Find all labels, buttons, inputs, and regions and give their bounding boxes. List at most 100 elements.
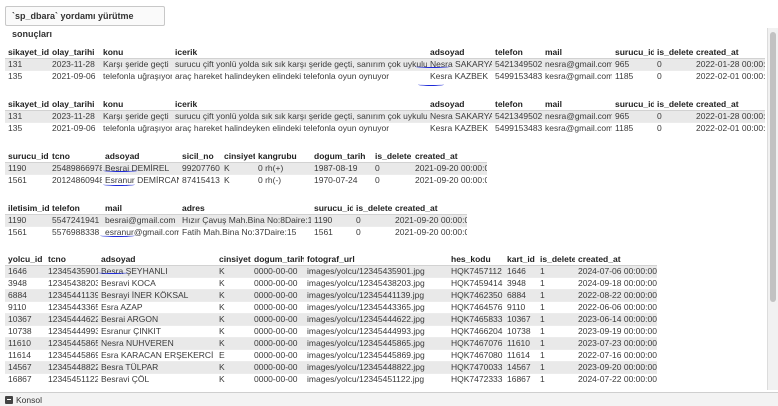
column-header[interactable]: sikayet_id bbox=[5, 46, 49, 59]
table-cell[interactable]: images/yolcu/12345445865.jpg bbox=[304, 336, 448, 349]
table-cell[interactable]: 9110 bbox=[5, 300, 45, 313]
table-cell[interactable]: 0000-00-00 bbox=[251, 300, 304, 313]
table-cell[interactable]: 12345451122 bbox=[45, 372, 98, 385]
table-cell[interactable]: 965 bbox=[612, 57, 654, 70]
table-cell[interactable]: besrai@gmail.com bbox=[102, 213, 179, 226]
table-row[interactable]: 131 2023-11-28 Karşı şeride geçti surucu çi… bbox=[5, 57, 765, 70]
column-header[interactable]: olay_tarihi bbox=[49, 46, 100, 59]
table-cell[interactable]: 0 bbox=[654, 121, 693, 134]
table-cell[interactable]: HQK7466204 bbox=[448, 324, 504, 337]
table-cell[interactable]: 0 bbox=[372, 173, 412, 186]
table-cell[interactable]: HQK7462350 bbox=[448, 288, 504, 301]
table-cell[interactable]: Besrai DEMİREL bbox=[102, 161, 179, 174]
table-cell[interactable]: 5421349502 bbox=[492, 57, 542, 70]
table-cell[interactable]: 11610 bbox=[504, 336, 537, 349]
column-header[interactable]: surucu_id bbox=[612, 46, 654, 59]
table-cell[interactable]: 2023-09-20 00:00:00 bbox=[575, 360, 657, 373]
table-cell[interactable]: 1185 bbox=[612, 121, 654, 134]
table-cell[interactable]: 0000-00-00 bbox=[251, 312, 304, 325]
table-cell[interactable]: Besra TÜLPAR bbox=[98, 360, 216, 373]
table-cell[interactable]: images/yolcu/12345444993.jpg bbox=[304, 324, 448, 337]
column-header[interactable]: kangrubu bbox=[255, 150, 311, 163]
table-cell[interactable]: 2024-09-18 00:00:00 bbox=[575, 276, 657, 289]
table-cell[interactable]: Kesra KAZBEK bbox=[427, 121, 492, 134]
table-cell[interactable]: 1646 bbox=[5, 264, 45, 277]
table-cell[interactable]: 5576988338 bbox=[49, 225, 102, 238]
table-cell[interactable]: HQK7464576 bbox=[448, 300, 504, 313]
table-cell[interactable]: 2023-11-28 bbox=[49, 57, 100, 70]
table-cell[interactable]: 25489866978 bbox=[49, 161, 102, 174]
table-cell[interactable]: Esra KARACAN ERŞEKERCİ bbox=[98, 348, 216, 361]
column-header[interactable]: surucu_id bbox=[5, 150, 49, 163]
table-cell[interactable]: 1 bbox=[537, 360, 575, 373]
table-cell[interactable]: 0000-00-00 bbox=[251, 336, 304, 349]
table-cell[interactable]: 12345435901 bbox=[45, 264, 98, 277]
column-header[interactable]: mail bbox=[542, 46, 612, 59]
column-header[interactable]: kart_id bbox=[504, 253, 537, 266]
table-row[interactable]: 135 2021-09-06 telefonla uğraşıyor araç har… bbox=[5, 69, 765, 82]
table-cell[interactable]: 1 bbox=[537, 264, 575, 277]
column-header[interactable]: sikayet_id bbox=[5, 98, 49, 111]
column-header[interactable]: konu bbox=[100, 98, 172, 111]
table-cell[interactable]: 0 bbox=[353, 225, 392, 238]
table-row[interactable]: 11610 12345445865 Nesra NUHVEREN K 0000-00-0… bbox=[5, 336, 657, 349]
table-cell[interactable]: 1970-07-24 bbox=[311, 173, 372, 186]
table-cell[interactable]: 5547241941 bbox=[49, 213, 102, 226]
table-cell[interactable]: 5421349502 bbox=[492, 109, 542, 122]
vertical-scrollbar[interactable] bbox=[767, 28, 778, 390]
column-header[interactable]: created_at bbox=[693, 46, 765, 59]
table-cell[interactable]: 0000-00-00 bbox=[251, 288, 304, 301]
table-cell[interactable]: 0000-00-00 bbox=[251, 264, 304, 277]
table-cell[interactable]: 2021-09-20 00:00:00 bbox=[392, 213, 467, 226]
table-cell[interactable]: 2021-09-20 00:00:00 bbox=[412, 161, 487, 174]
table-cell[interactable]: 12345438203 bbox=[45, 276, 98, 289]
table-cell[interactable]: HQK7467080 bbox=[448, 348, 504, 361]
column-header[interactable]: tcno bbox=[49, 150, 102, 163]
table-cell[interactable]: K bbox=[216, 300, 251, 313]
table-cell[interactable]: telefonla uğraşıyor bbox=[100, 69, 172, 82]
table-cell[interactable]: 0 rh(+) bbox=[255, 161, 311, 174]
console-tab[interactable]: Konsol bbox=[2, 394, 48, 406]
column-header[interactable]: is_delete bbox=[654, 46, 693, 59]
table-cell[interactable]: 1 bbox=[537, 276, 575, 289]
table-cell[interactable]: 2021-09-20 00:00:00 bbox=[412, 173, 487, 186]
table-cell[interactable]: 10738 bbox=[5, 324, 45, 337]
table-cell[interactable]: images/yolcu/12345448822.jpg bbox=[304, 360, 448, 373]
table-cell[interactable]: 12345448822 bbox=[45, 360, 98, 373]
column-header[interactable]: fotograf_url bbox=[304, 253, 448, 266]
table-cell[interactable]: 6884 bbox=[504, 288, 537, 301]
table-cell[interactable]: 12345444993 bbox=[45, 324, 98, 337]
table-cell[interactable]: 9110 bbox=[504, 300, 537, 313]
column-header[interactable]: is_delete bbox=[537, 253, 575, 266]
table-cell[interactable]: K bbox=[216, 264, 251, 277]
column-header[interactable]: telefon bbox=[492, 46, 542, 59]
table-cell[interactable]: 0000-00-00 bbox=[251, 276, 304, 289]
table-cell[interactable]: kesra@gmail.com bbox=[542, 121, 612, 134]
table-cell[interactable]: 0 bbox=[353, 213, 392, 226]
table-cell[interactable]: images/yolcu/12345441139.jpg bbox=[304, 288, 448, 301]
table-cell[interactable]: 0000-00-00 bbox=[251, 324, 304, 337]
table-cell[interactable]: 965 bbox=[612, 109, 654, 122]
column-header[interactable]: created_at bbox=[412, 150, 487, 163]
table-cell[interactable]: 10367 bbox=[5, 312, 45, 325]
table-cell[interactable]: K bbox=[216, 336, 251, 349]
table-cell[interactable]: Besravi ÇÖL bbox=[98, 372, 216, 385]
scrollbar-thumb[interactable] bbox=[770, 32, 776, 302]
table-cell[interactable]: 12345445869 bbox=[45, 348, 98, 361]
table-cell[interactable]: 10367 bbox=[504, 312, 537, 325]
table-cell[interactable]: surucu çift yonlü yolda sık sık karşı şe… bbox=[172, 109, 427, 122]
table-cell[interactable]: 1646 bbox=[504, 264, 537, 277]
table-cell[interactable]: 0 bbox=[654, 57, 693, 70]
column-header[interactable]: hes_kodu bbox=[448, 253, 504, 266]
table-cell[interactable]: 1185 bbox=[612, 69, 654, 82]
table-cell[interactable]: images/yolcu/12345443365.jpg bbox=[304, 300, 448, 313]
table-cell[interactable]: Esra AZAP bbox=[98, 300, 216, 313]
table-cell[interactable]: Karşı şeride geçti bbox=[100, 109, 172, 122]
column-header[interactable]: cinsiyet bbox=[221, 150, 255, 163]
column-header[interactable]: is_delete bbox=[353, 202, 392, 215]
table-cell[interactable]: kesra@gmail.com bbox=[542, 69, 612, 82]
table-cell[interactable]: 11610 bbox=[5, 336, 45, 349]
table-cell[interactable]: 12345444622 bbox=[45, 312, 98, 325]
table-cell[interactable]: K bbox=[216, 324, 251, 337]
table-cell[interactable]: 2023-07-23 00:00:00 bbox=[575, 336, 657, 349]
